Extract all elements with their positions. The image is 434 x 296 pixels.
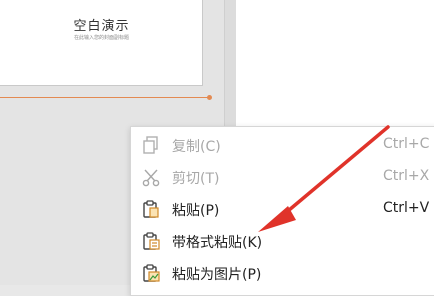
menu-item-paste-with-format[interactable]: 带格式粘贴(K) bbox=[131, 225, 434, 257]
menu-item-paste-as-picture[interactable]: 粘贴为图片(P) bbox=[131, 257, 434, 289]
paste-icon bbox=[141, 199, 161, 219]
context-menu: 复制(C) Ctrl+C 剪切(T) Ctrl+X 粘贴(P) Ctrl+V 带… bbox=[130, 126, 434, 296]
slide-thumbnail[interactable]: 空白演示 在此输入您的封面副标题 bbox=[0, 0, 203, 86]
menu-item-label: 剪切(T) bbox=[172, 171, 220, 187]
menu-item-copy[interactable]: 复制(C) Ctrl+C bbox=[131, 129, 434, 161]
insertion-line bbox=[0, 97, 209, 98]
menu-item-label: 粘贴(P) bbox=[172, 203, 220, 219]
menu-item-shortcut: Ctrl+C bbox=[383, 136, 430, 152]
insertion-marker bbox=[207, 95, 212, 100]
slide-title: 空白演示 bbox=[73, 19, 130, 34]
slide-subtitle: 在此输入您的封面副标题 bbox=[73, 35, 129, 41]
menu-item-shortcut: Ctrl+V bbox=[383, 200, 430, 216]
paste-formatted-icon bbox=[141, 231, 161, 251]
menu-item-label: 复制(C) bbox=[172, 139, 221, 155]
copy-icon bbox=[141, 135, 161, 155]
scissors-icon bbox=[141, 167, 161, 187]
paste-as-picture-icon bbox=[141, 263, 161, 283]
menu-item-cut[interactable]: 剪切(T) Ctrl+X bbox=[131, 161, 434, 193]
menu-item-shortcut: Ctrl+X bbox=[383, 168, 430, 184]
menu-item-label: 带格式粘贴(K) bbox=[172, 235, 263, 251]
presentation-app: 空白演示 在此输入您的封面副标题 复制(C) Ctrl+C 剪切(T) Ctrl… bbox=[0, 0, 434, 296]
menu-item-paste[interactable]: 粘贴(P) Ctrl+V bbox=[131, 193, 434, 225]
menu-item-label: 粘贴为图片(P) bbox=[172, 267, 262, 283]
